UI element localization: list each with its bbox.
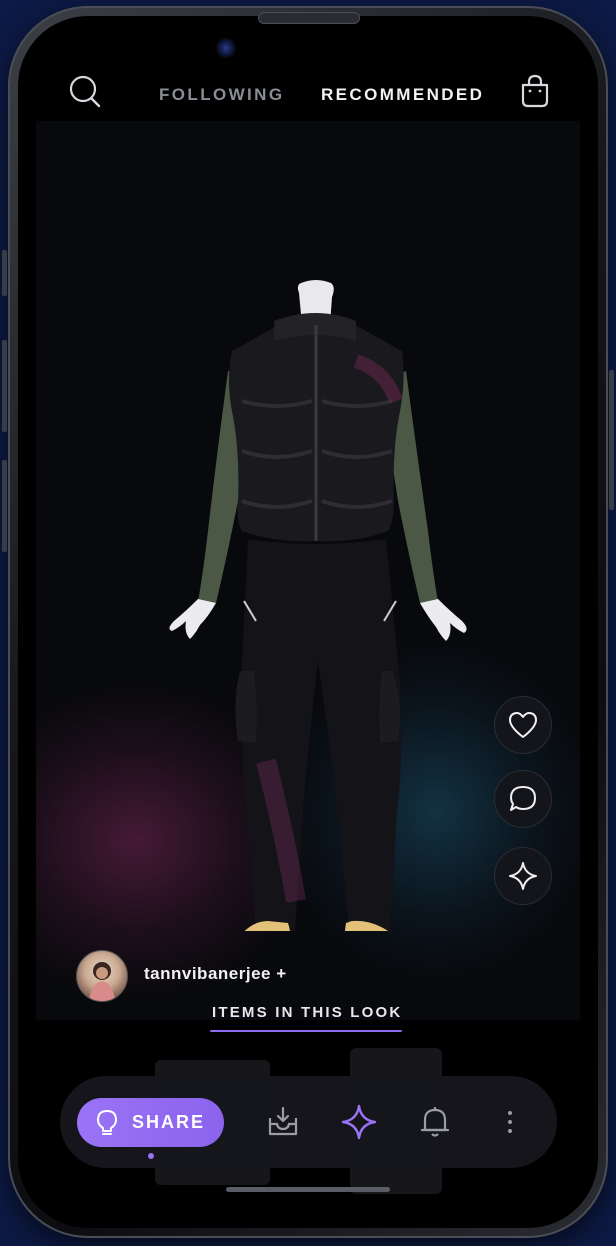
sparkle-icon	[509, 862, 537, 890]
items-in-look-label[interactable]: ITEMS IN THIS LOOK	[212, 1004, 402, 1021]
tab-following[interactable]: FOLLOWING	[159, 85, 284, 105]
creator-username[interactable]: tannvibanerjee +	[144, 964, 287, 984]
comment-icon	[510, 786, 536, 811]
heart-icon	[509, 711, 537, 738]
avatar-photo	[89, 962, 115, 1001]
avatar[interactable]	[76, 950, 128, 1002]
like-button[interactable]	[494, 696, 552, 754]
more-vertical-icon[interactable]	[492, 1104, 528, 1140]
style-button[interactable]	[494, 847, 552, 905]
share-label: SHARE	[132, 1112, 206, 1132]
comment-button[interactable]	[494, 770, 552, 828]
sparkle-icon[interactable]	[341, 1104, 377, 1140]
shopping-bag-icon[interactable]	[519, 74, 551, 108]
tab-recommended[interactable]: RECOMMENDED	[321, 85, 484, 105]
front-camera	[216, 38, 236, 58]
side-button-volume-down	[2, 460, 7, 552]
outfit-mannequin-image	[169, 280, 467, 931]
side-button-power	[609, 370, 614, 510]
items-underline	[210, 1030, 402, 1032]
bell-icon[interactable]	[417, 1104, 453, 1140]
share-button[interactable]: SHARE	[77, 1098, 224, 1147]
search-icon[interactable]	[68, 74, 102, 108]
side-button-mute	[2, 250, 7, 296]
lightbulb-icon	[97, 1110, 117, 1135]
earpiece-speaker	[258, 12, 360, 24]
bottom-navigation: SHARE	[60, 1076, 557, 1168]
home-indicator[interactable]	[226, 1187, 390, 1192]
inbox-download-icon[interactable]	[265, 1104, 301, 1140]
side-button-volume-up	[2, 340, 7, 432]
active-indicator-dot	[148, 1153, 154, 1159]
top-navigation: FOLLOWING RECOMMENDED	[0, 70, 616, 120]
